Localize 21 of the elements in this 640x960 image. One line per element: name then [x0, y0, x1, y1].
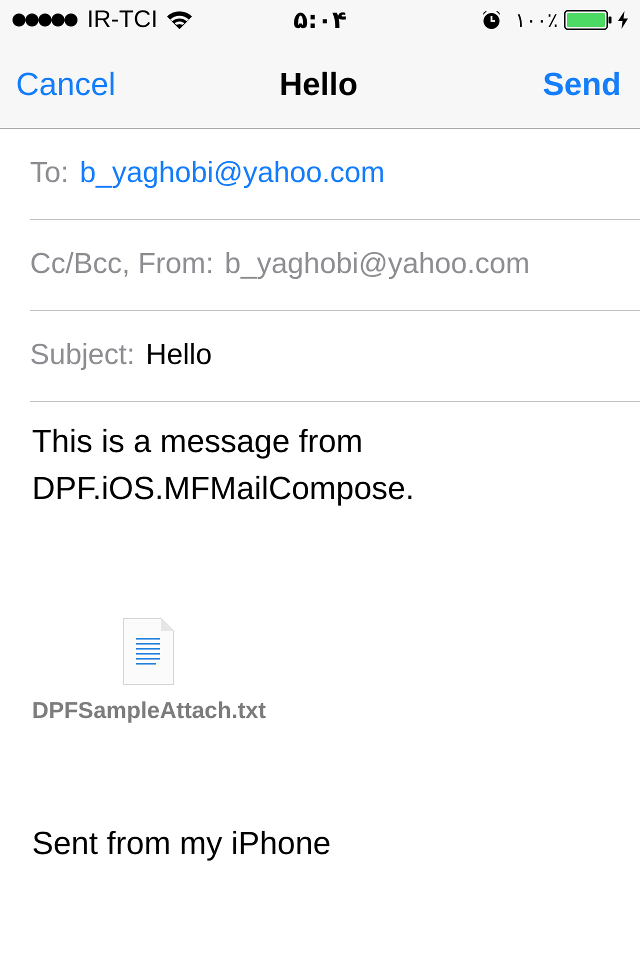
- charging-bolt-icon: [618, 11, 628, 29]
- signal-strength-icon: [12, 13, 78, 27]
- attachment-filename: DPFSampleAttach.txt: [32, 696, 266, 724]
- message-text: This is a message from DPF.iOS.MFMailCompose.: [32, 422, 416, 508]
- sender-field[interactable]: b_yaghobi@yahoo.com: [224, 246, 530, 282]
- field-label: Cc/Bcc, From:: [30, 247, 214, 282]
- wifi-icon: [166, 11, 192, 29]
- battery-percentage: ۱۰۰٪: [515, 7, 558, 34]
- field-label: To:: [30, 156, 69, 191]
- send-button[interactable]: Send: [542, 64, 621, 104]
- signature-text: Sent from my iPhone: [32, 824, 331, 863]
- carrier-name: IR-TCI: [87, 6, 158, 34]
- clock-time: ۵:۰۴: [293, 6, 347, 34]
- nav-title: Hello: [279, 65, 358, 104]
- subject-field[interactable]: Hello: [146, 337, 212, 373]
- text-file-icon: [122, 617, 176, 686]
- recipient-field[interactable]: b_yaghobi@yahoo.com: [80, 155, 385, 191]
- field-label: Subject:: [30, 338, 135, 373]
- alarm-clock-icon: [482, 10, 502, 30]
- cancel-button[interactable]: Cancel: [16, 64, 116, 104]
- battery-icon: [564, 10, 612, 30]
